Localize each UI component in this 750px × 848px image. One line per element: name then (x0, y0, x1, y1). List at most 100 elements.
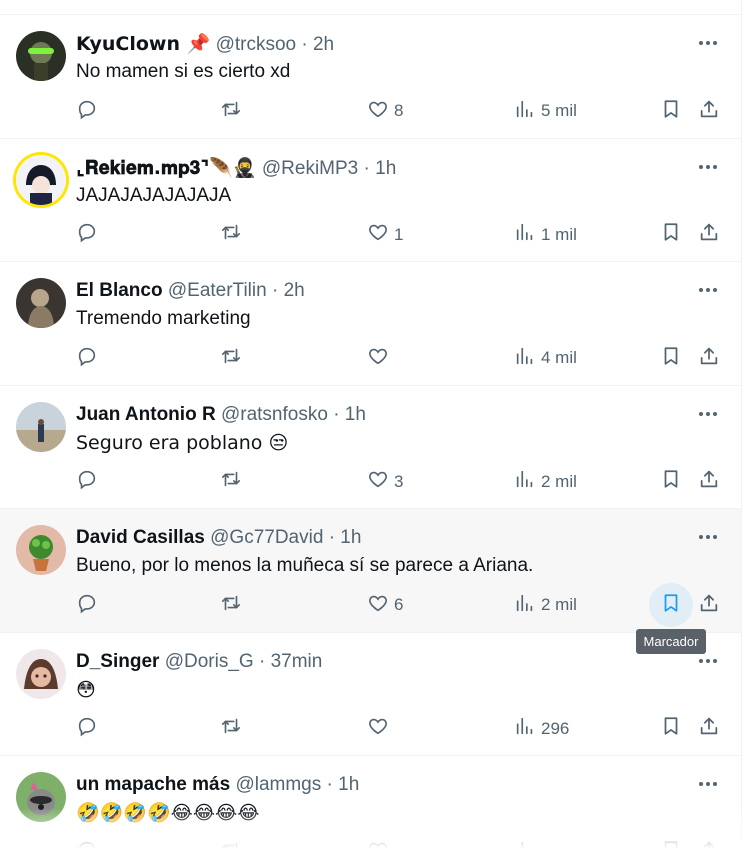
more-options-icon[interactable] (697, 282, 719, 298)
more-options-icon[interactable] (697, 776, 719, 792)
avatar[interactable] (16, 525, 66, 575)
user-handle[interactable]: @trcksoo (216, 34, 297, 55)
avatar[interactable] (16, 401, 66, 452)
view-count: 2 mil (541, 471, 577, 491)
reply-button[interactable] (76, 838, 98, 848)
views-button[interactable]: 296 (514, 715, 569, 743)
views-button[interactable]: 2 mil (514, 591, 577, 619)
repost-button[interactable] (220, 591, 242, 619)
bookmark-button[interactable] (660, 97, 682, 125)
bookmark-button[interactable] (660, 221, 682, 249)
views-button[interactable]: 2 mil (514, 468, 577, 496)
display-name[interactable]: David Casillas (76, 527, 205, 548)
bookmark-button[interactable] (660, 838, 682, 848)
reply-button[interactable] (76, 468, 98, 496)
more-options-icon[interactable] (697, 35, 719, 51)
share-button[interactable] (698, 838, 720, 848)
avatar[interactable] (16, 772, 66, 822)
tweet[interactable]: KyuClown 📌 @trcksoo · 2h No mamen si es … (0, 15, 741, 139)
reply-icon (76, 592, 98, 619)
display-name[interactable]: D_Singer (76, 651, 159, 672)
view-count: 4 mil (541, 348, 577, 367)
timestamp[interactable]: 37min (271, 651, 323, 672)
reply-button[interactable] (76, 221, 98, 249)
like-button[interactable]: 3 (367, 468, 403, 496)
timestamp[interactable]: 2h (313, 34, 334, 55)
views-button[interactable]: 4 mil (514, 344, 577, 372)
tweet[interactable]: un mapache más @lammgs · 1h 🤣🤣🤣🤣😂😂😂😂 (0, 756, 741, 848)
share-button[interactable] (698, 221, 720, 249)
action-bar: 6 2 mil (76, 583, 736, 627)
reply-icon (76, 715, 98, 742)
timestamp[interactable]: 1h (345, 404, 366, 425)
tweet[interactable]: D_Singer @Doris_G · 37min 😳 296 (0, 632, 741, 756)
reply-button[interactable] (76, 591, 98, 619)
repost-button[interactable] (220, 97, 242, 125)
tweet-header: Juan Antonio R @ratsnfosko · 1h (76, 403, 366, 427)
repost-button[interactable] (220, 715, 242, 743)
more-options-icon[interactable] (697, 159, 719, 175)
timestamp[interactable]: 1h (340, 527, 361, 548)
timestamp[interactable]: 2h (284, 280, 305, 301)
user-handle[interactable]: @lammgs (235, 774, 321, 795)
reply-button[interactable] (76, 715, 98, 743)
separator-dot: · (271, 280, 279, 301)
repost-button[interactable] (220, 344, 242, 372)
bookmark-button[interactable] (660, 468, 682, 496)
like-button[interactable]: 8 (367, 97, 403, 125)
avatar[interactable] (16, 154, 66, 205)
repost-button[interactable] (220, 838, 242, 848)
display-name[interactable]: un mapache más (76, 774, 230, 795)
tweet[interactable]: ⌞𝐑𝐞𝐤𝐢𝐞𝐦.𝐦𝐩𝟑⌝🪶🥷 @RekiMP3 · 1h JAJAJAJAJAJ… (0, 138, 741, 262)
repost-button[interactable] (220, 468, 242, 496)
tweet-header: un mapache más @lammgs · 1h (76, 773, 359, 797)
display-name[interactable]: El Blanco (76, 280, 163, 301)
tweet[interactable]: David Casillas @Gc77David · 1h Bueno, po… (0, 509, 741, 633)
share-button[interactable] (698, 344, 720, 372)
display-name[interactable]: ⌞𝐑𝐞𝐤𝐢𝐞𝐦.𝐦𝐩𝟑⌝🪶🥷 (76, 157, 257, 179)
reply-button[interactable] (76, 97, 98, 125)
share-button[interactable] (698, 468, 720, 496)
like-button[interactable] (367, 838, 394, 848)
share-button[interactable] (698, 97, 720, 125)
views-button[interactable]: 1 mil (514, 221, 577, 249)
reply-button[interactable] (76, 344, 98, 372)
analytics-icon (514, 98, 536, 125)
tweet[interactable]: Juan Antonio R @ratsnfosko · 1h Seguro e… (0, 385, 741, 509)
tweet-text: No mamen si es cierto xd (76, 61, 291, 82)
bookmark-button[interactable] (660, 591, 682, 619)
bookmark-button[interactable] (660, 715, 682, 743)
share-button[interactable] (698, 591, 720, 619)
more-options-icon[interactable] (697, 653, 719, 669)
user-handle[interactable]: @ratsnfosko (221, 404, 328, 425)
repost-button[interactable] (220, 221, 242, 249)
view-count: 5 mil (541, 101, 577, 120)
tweet-header: ⌞𝐑𝐞𝐤𝐢𝐞𝐦.𝐦𝐩𝟑⌝🪶🥷 @RekiMP3 · 1h (76, 156, 396, 181)
avatar[interactable] (16, 648, 66, 699)
display-name[interactable]: Juan Antonio R (76, 404, 216, 425)
separator-dot: · (328, 527, 336, 548)
user-handle[interactable]: @Gc77David (210, 527, 323, 548)
tweet-header: El Blanco @EaterTilin · 2h (76, 279, 305, 303)
timestamp[interactable]: 1h (338, 774, 359, 795)
avatar[interactable] (16, 278, 66, 328)
avatar[interactable] (16, 31, 66, 81)
like-count: 1 (394, 224, 404, 244)
repost-icon (220, 345, 242, 372)
views-button[interactable]: 5 mil (514, 97, 577, 125)
timestamp[interactable]: 1h (375, 158, 396, 179)
tweet[interactable]: El Blanco @EaterTilin · 2h Tremendo mark… (0, 262, 741, 386)
like-button[interactable]: 1 (367, 221, 403, 249)
more-options-icon[interactable] (697, 406, 719, 422)
like-button[interactable]: 6 (367, 591, 403, 619)
display-name[interactable]: KyuClown 📌 (76, 33, 210, 55)
like-button[interactable] (367, 715, 394, 743)
more-options-icon[interactable] (697, 529, 719, 545)
user-handle[interactable]: @EaterTilin (168, 280, 267, 301)
user-handle[interactable]: @Doris_G (165, 651, 254, 672)
like-button[interactable] (367, 344, 394, 372)
bookmark-button[interactable] (660, 344, 682, 372)
share-button[interactable] (698, 715, 720, 743)
user-handle[interactable]: @RekiMP3 (262, 158, 358, 179)
views-button[interactable] (514, 838, 541, 848)
